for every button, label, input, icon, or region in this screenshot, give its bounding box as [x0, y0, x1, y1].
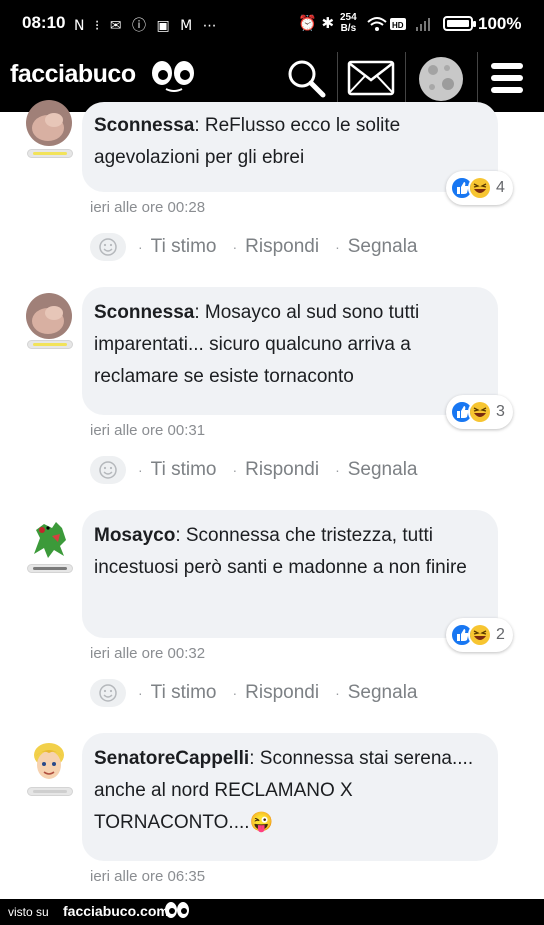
net-speed-unit: B/s — [340, 23, 357, 34]
reaction-counter[interactable]: 3 — [446, 395, 513, 429]
comment-actions: · Ti stimo · Rispondi · Segnala — [90, 455, 429, 485]
battery-icon — [443, 16, 476, 31]
laughing-emoji-icon — [468, 623, 492, 647]
rank-bar — [27, 149, 73, 158]
comment-bubble: Mosayco: Sconnessa che tristezza, tutti … — [82, 510, 498, 638]
smile-reaction-button[interactable] — [90, 233, 126, 261]
site-logo[interactable]: facciabuco — [10, 60, 136, 89]
avatar[interactable] — [26, 100, 72, 146]
reaction-counter[interactable]: 2 — [446, 618, 513, 652]
ti-stimo-button[interactable]: Ti stimo — [151, 236, 217, 258]
rank-bar — [27, 340, 73, 349]
report-button[interactable]: Segnala — [348, 682, 418, 704]
separator-dot: · — [232, 239, 238, 255]
avatar[interactable] — [26, 516, 72, 562]
watermark-footer: visto su facciabuco.com — [0, 899, 544, 925]
menu-icon[interactable] — [489, 60, 525, 96]
reaction-count: 4 — [496, 179, 505, 196]
header-divider — [477, 52, 478, 104]
notification-icons: N ⁝ ✉ ⓘ ▣ M ⋯ — [74, 18, 220, 34]
comment-author[interactable]: Mosayco — [94, 525, 175, 546]
smile-reaction-button[interactable] — [90, 456, 126, 484]
separator-dot: · — [232, 462, 238, 478]
separator-dot: · — [335, 462, 340, 478]
separator-dot: · — [138, 685, 143, 701]
reply-button[interactable]: Rispondi — [245, 236, 319, 258]
comment-author[interactable]: Sconnessa — [94, 302, 194, 323]
net-speed-value: 254 — [340, 12, 357, 23]
comment-bubble: SenatoreCappelli: Sconnessa stai serena.… — [82, 733, 498, 861]
logo-eyes-icon — [165, 902, 189, 918]
status-bar: 08:10 N ⁝ ✉ ⓘ ▣ M ⋯ ⏰ ✱ 254 B/s HD 100% — [0, 0, 544, 46]
reaction-count: 2 — [496, 626, 505, 643]
reply-button[interactable]: Rispondi — [245, 682, 319, 704]
comment-author[interactable]: SenatoreCappelli — [94, 748, 249, 769]
header-divider — [337, 52, 338, 104]
winking-tongue-emoji-icon: 😜 — [249, 812, 274, 833]
separator-dot: · — [335, 685, 340, 701]
comment-author[interactable]: Sconnessa — [94, 115, 194, 136]
search-icon[interactable] — [286, 58, 326, 98]
comment-bubble: Sconnessa: Mosayco al sud sono tutti imp… — [82, 287, 498, 415]
footer-site-name: facciabuco.com — [63, 903, 169, 919]
comment-time: ieri alle ore 00:32 — [90, 645, 206, 662]
rank-bar — [27, 787, 73, 796]
comment-bubble: Sconnessa: ReFlusso ecco le solite agevo… — [82, 102, 498, 192]
reaction-counter[interactable]: 4 — [446, 171, 513, 205]
comment-time: ieri alle ore 06:35 — [90, 868, 206, 885]
smile-reaction-button[interactable] — [90, 679, 126, 707]
alarm-bluetooth-icons: ⏰ ✱ — [298, 14, 335, 32]
net-speed: 254 B/s — [340, 12, 357, 34]
comment-time: ieri alle ore 00:31 — [90, 422, 206, 439]
comment-actions: · Ti stimo · Rispondi · Segnala — [90, 232, 429, 262]
svg-text:HD: HD — [392, 21, 404, 30]
avatar[interactable] — [26, 739, 72, 785]
mail-icon[interactable] — [347, 60, 395, 96]
reaction-count: 3 — [496, 403, 505, 420]
comment-actions: · Ti stimo · Rispondi · Segnala — [90, 678, 429, 708]
header-divider — [405, 52, 406, 104]
logo-eyes-icon — [152, 61, 194, 92]
reply-button[interactable]: Rispondi — [245, 459, 319, 481]
ti-stimo-button[interactable]: Ti stimo — [151, 459, 217, 481]
separator-dot: · — [138, 239, 143, 255]
ti-stimo-button[interactable]: Ti stimo — [151, 682, 217, 704]
visto-su-label: visto su — [8, 905, 49, 919]
battery-percent: 100% — [478, 14, 522, 33]
separator-dot: · — [138, 462, 143, 478]
laughing-emoji-icon — [468, 400, 492, 424]
status-time: 08:10 — [22, 13, 66, 32]
moon-icon[interactable] — [417, 55, 465, 103]
report-button[interactable]: Segnala — [348, 236, 418, 258]
comment-time: ieri alle ore 00:28 — [90, 199, 206, 216]
laughing-emoji-icon — [468, 176, 492, 200]
avatar[interactable] — [26, 293, 72, 339]
report-button[interactable]: Segnala — [348, 459, 418, 481]
rank-bar — [27, 564, 73, 573]
separator-dot: · — [232, 685, 238, 701]
separator-dot: · — [335, 239, 340, 255]
wifi-signal-icons: HD — [367, 17, 430, 31]
